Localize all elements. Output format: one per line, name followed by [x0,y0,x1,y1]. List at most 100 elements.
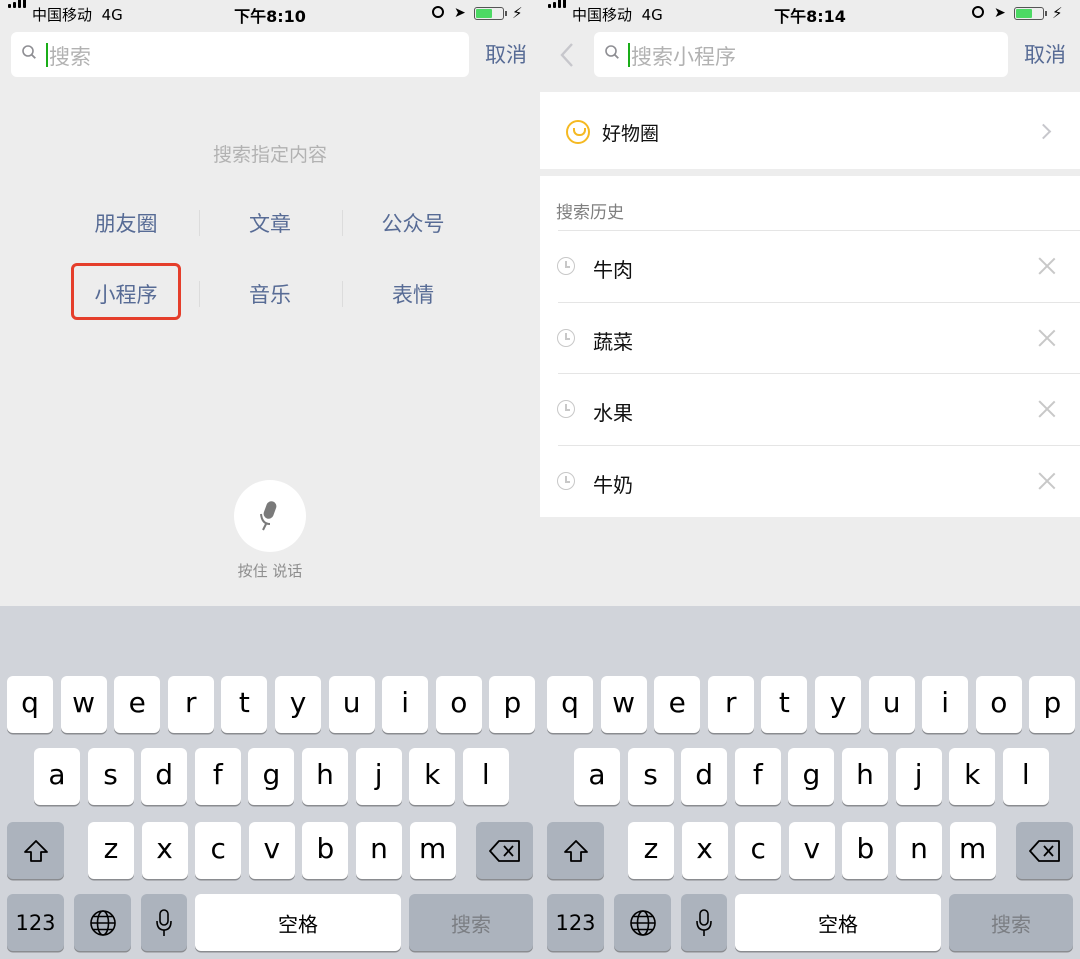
charging-bolt-icon: ⚡ [1052,4,1063,22]
category-moments[interactable]: 朋友圈 [66,208,186,238]
clock-icon [557,400,575,418]
key-h[interactable]: h [842,748,888,805]
dictation-key[interactable] [141,894,187,951]
key-v[interactable]: v [788,822,835,879]
right-screen: 中国移动 4G 下午8:14 ➤ ⚡ 搜索小程序 取消 好物圈 搜索历史 牛肉 [540,0,1080,959]
delete-icon[interactable] [1038,329,1056,347]
key-p[interactable]: p [489,676,536,733]
mic-icon [681,908,727,937]
key-y[interactable]: y [815,676,861,733]
key-j[interactable]: j [355,748,402,805]
key-s[interactable]: s [87,748,134,805]
key-k[interactable]: k [409,748,456,805]
cancel-button[interactable]: 取消 [485,39,527,69]
search-key[interactable]: 搜索 [409,894,533,951]
key-u[interactable]: u [868,676,915,733]
key-i[interactable]: i [922,676,969,733]
key-u[interactable]: u [328,676,375,733]
key-p[interactable]: p [1029,676,1076,733]
key-h[interactable]: h [302,748,348,805]
key-label: 123 [555,910,596,935]
smile-bag-icon [566,120,590,144]
rotation-lock-icon [432,6,444,18]
key-d[interactable]: d [681,748,728,805]
numbers-key[interactable]: 123 [547,894,604,951]
key-s[interactable]: s [627,748,674,805]
category-divider [199,210,200,236]
key-c[interactable]: c [735,822,782,879]
delete-icon[interactable] [1038,400,1056,418]
key-w[interactable]: w [600,676,647,733]
key-j[interactable]: j [895,748,942,805]
key-q[interactable]: q [7,676,53,733]
history-item-text: 水果 [593,401,633,425]
search-input[interactable]: 搜索 [11,32,469,77]
key-o[interactable]: o [435,676,482,733]
globe-key[interactable] [74,894,131,951]
key-i[interactable]: i [382,676,429,733]
featured-mini-program-row[interactable]: 好物圈 [540,92,1080,169]
backspace-key[interactable] [476,822,533,879]
key-x[interactable]: x [681,822,728,879]
key-d[interactable]: d [141,748,188,805]
key-label: 搜索 [991,912,1031,936]
key-a[interactable]: a [34,748,80,805]
space-key[interactable]: 空格 [195,894,401,951]
shift-key[interactable] [7,822,64,879]
history-item[interactable]: 蔬菜 [540,303,1080,374]
shift-key[interactable] [547,822,604,879]
cancel-button[interactable]: 取消 [1024,39,1066,69]
key-q[interactable]: q [547,676,593,733]
key-v[interactable]: v [248,822,295,879]
key-w[interactable]: w [60,676,107,733]
category-music[interactable]: 音乐 [210,279,330,309]
key-b[interactable]: b [302,822,349,879]
search-input[interactable]: 搜索小程序 [594,32,1008,77]
history-item[interactable]: 牛肉 [540,231,1080,302]
globe-key[interactable] [614,894,671,951]
key-z[interactable]: z [628,822,674,879]
key-c[interactable]: c [195,822,242,879]
delete-icon[interactable] [1038,472,1056,490]
space-key[interactable]: 空格 [735,894,941,951]
key-f[interactable]: f [734,748,781,805]
keyboard: q w e r t y u i o p a s d f g h j k l z x c v b n m 123 空格 搜索 [540,606,1080,959]
key-y[interactable]: y [275,676,321,733]
backspace-key[interactable] [1016,822,1073,879]
numbers-key[interactable]: 123 [7,894,64,951]
key-r[interactable]: r [707,676,754,733]
backspace-icon [1016,839,1073,862]
key-a[interactable]: a [574,748,620,805]
voice-input-button[interactable] [234,480,306,552]
key-n[interactable]: n [896,822,942,879]
key-x[interactable]: x [141,822,188,879]
back-arrow-icon[interactable] [560,42,574,68]
search-key[interactable]: 搜索 [949,894,1073,951]
key-z[interactable]: z [88,822,134,879]
key-f[interactable]: f [194,748,241,805]
category-stickers[interactable]: 表情 [353,279,473,309]
dictation-key[interactable] [681,894,727,951]
delete-icon[interactable] [1038,257,1056,275]
key-t[interactable]: t [761,676,808,733]
key-m[interactable]: m [409,822,456,879]
history-item[interactable]: 水果 [540,374,1080,445]
category-articles[interactable]: 文章 [210,208,330,238]
key-r[interactable]: r [167,676,214,733]
key-k[interactable]: k [949,748,996,805]
category-official-accounts[interactable]: 公众号 [353,208,473,238]
key-m[interactable]: m [949,822,996,879]
key-l[interactable]: l [1002,748,1049,805]
key-e[interactable]: e [114,676,161,733]
key-o[interactable]: o [975,676,1022,733]
key-b[interactable]: b [842,822,889,879]
key-t[interactable]: t [221,676,268,733]
search-icon [605,45,619,59]
key-g[interactable]: g [248,748,295,805]
history-item[interactable]: 牛奶 [540,446,1080,517]
key-n[interactable]: n [356,822,402,879]
key-g[interactable]: g [788,748,835,805]
featured-label: 好物圈 [602,123,660,145]
key-l[interactable]: l [462,748,509,805]
key-e[interactable]: e [654,676,701,733]
